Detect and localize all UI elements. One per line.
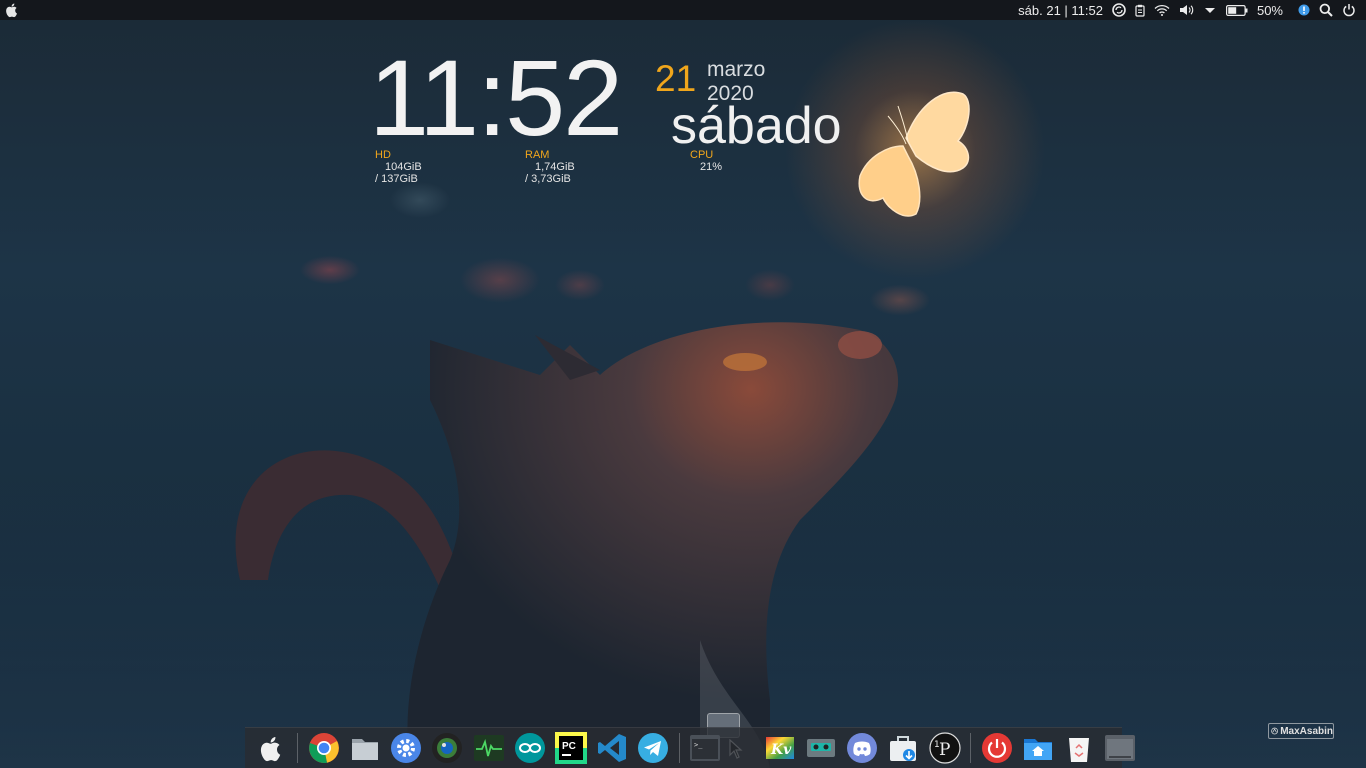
- dock-kivy-icon[interactable]: Kv: [764, 732, 796, 764]
- dock-pycharm-edu-icon[interactable]: P1: [928, 732, 961, 764]
- dock-terminal-icon[interactable]: >_: [689, 732, 721, 764]
- dock-separator: [678, 733, 680, 763]
- dock-minimized-window-icon[interactable]: [1104, 732, 1136, 764]
- stat-ram-value: 1,74GiB / 3,73GiB: [525, 161, 575, 185]
- dock-empty-slot: [731, 732, 755, 764]
- stat-ram-label: RAM: [525, 149, 550, 161]
- stat-cpu-label: CPU: [690, 149, 714, 161]
- dock-system-monitor-icon[interactable]: [473, 732, 505, 764]
- svg-text:1: 1: [934, 740, 940, 750]
- dock-home-folder-icon[interactable]: [1022, 732, 1054, 764]
- dock-pycharm-icon[interactable]: PC: [554, 732, 587, 764]
- dock: PC >_ Kv P1: [245, 727, 1136, 768]
- dock-cassette-icon[interactable]: [805, 732, 837, 764]
- watermark-text: MaxAsabin: [1280, 725, 1333, 737]
- stat-hd: HD 104GiB / 137GiB: [375, 149, 422, 185]
- dock-arduino-icon[interactable]: [514, 732, 546, 764]
- dock-finder-icon[interactable]: [256, 732, 288, 764]
- watermark-logo: MaxAsabin: [1268, 723, 1334, 739]
- glowing-butterfly-image: [858, 91, 970, 217]
- dock-separator: [297, 733, 299, 763]
- dock-files-icon[interactable]: [349, 732, 381, 764]
- watermark-emblem-icon: [1271, 727, 1278, 735]
- dock-chrome-icon[interactable]: [308, 732, 340, 764]
- dock-vscode-icon[interactable]: [596, 732, 628, 764]
- stat-ram: RAM 1,74GiB / 3,73GiB: [525, 149, 575, 185]
- dock-logout-icon[interactable]: [981, 732, 1013, 764]
- dock-trash-icon[interactable]: [1063, 732, 1095, 764]
- dock-discord-icon[interactable]: [846, 732, 878, 764]
- svg-text:>_: >_: [694, 741, 703, 749]
- date-weekday: sábado: [671, 97, 842, 155]
- svg-text:Kv: Kv: [770, 742, 792, 758]
- clock-time: 11:52: [369, 37, 623, 158]
- dock-separator: [970, 733, 972, 763]
- date-day: 21: [655, 58, 697, 99]
- svg-text:P: P: [939, 740, 950, 760]
- dock-telegram-icon[interactable]: [637, 732, 669, 764]
- stat-cpu: CPU 21%: [690, 149, 722, 173]
- stat-cpu-value: 21%: [700, 161, 723, 173]
- dock-settings-icon[interactable]: [390, 732, 422, 764]
- stat-hd-label: HD: [375, 149, 391, 161]
- dock-store-icon[interactable]: [887, 732, 919, 764]
- dock-shutter-icon[interactable]: [431, 732, 463, 764]
- stat-hd-value: 104GiB / 137GiB: [375, 161, 422, 185]
- svg-text:PC: PC: [562, 741, 576, 752]
